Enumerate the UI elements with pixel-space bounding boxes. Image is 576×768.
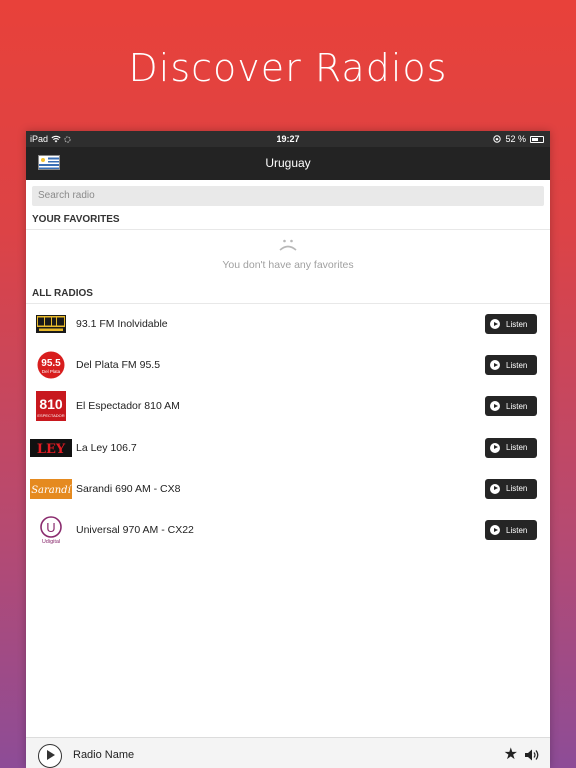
radio-logo-text: LEY [37, 442, 66, 457]
listen-label: Listen [506, 443, 528, 453]
mini-player: Radio Name ★ [26, 737, 550, 768]
radio-logo-text: U [46, 520, 55, 535]
listen-label: Listen [506, 484, 528, 494]
radio-row[interactable]: LEY La Ley 106.7 Listen [26, 427, 550, 468]
radio-logo-universal: U Udigital [36, 515, 66, 546]
play-icon [490, 401, 500, 412]
listen-label: Listen [506, 360, 528, 370]
player-play-button[interactable] [38, 744, 62, 768]
orientation-lock-icon [493, 135, 502, 143]
radio-logo-la-ley: LEY [30, 433, 72, 463]
favorites-header: YOUR FAVORITES [26, 208, 550, 230]
radio-logo-text: Sarandí [31, 485, 72, 496]
play-icon [490, 525, 500, 536]
nav-title: Uruguay [265, 156, 311, 170]
play-icon [490, 319, 500, 330]
headline: Discover Radios [128, 46, 448, 90]
listen-button[interactable]: Listen [485, 437, 537, 458]
radio-logo-el-espectador: 810 ESPECTADOR [36, 391, 66, 422]
radio-name: La Ley 106.7 [76, 441, 137, 454]
radio-row[interactable]: 810 ESPECTADOR El Espectador 810 AM List… [26, 386, 550, 427]
radio-name: Sarandi 690 AM - CX8 [76, 482, 181, 495]
sad-face-icon [279, 239, 297, 251]
radio-name: Del Plata FM 95.5 [76, 359, 161, 372]
status-time: 19:27 [276, 134, 300, 144]
listen-button[interactable]: Listen [485, 314, 537, 335]
radio-name: Universal 970 AM - CX22 [76, 524, 194, 537]
radio-row[interactable]: Sarandí Sarandi 690 AM - CX8 Listen [26, 468, 550, 509]
favorites-empty-state: You don't have any favorites [26, 230, 550, 282]
listen-button[interactable]: Listen [485, 520, 537, 541]
battery-icon [530, 135, 544, 143]
device-screen: iPad 19:27 52 % Uruguay YOUR FAVORITES [26, 131, 550, 768]
radio-logo-subtext: Del Plata [42, 369, 61, 374]
favorites-empty-text: You don't have any favorites [222, 258, 354, 271]
radio-list: 93.1 FM Inolvidable Listen 95.5 Del Plat… [26, 304, 550, 551]
radio-logo-subtext: ESPECTADOR [37, 413, 64, 418]
listen-button[interactable]: Listen [485, 396, 537, 417]
radio-name: El Espectador 810 AM [76, 400, 180, 413]
listen-button[interactable]: Listen [485, 478, 537, 499]
radio-row[interactable]: 95.5 Del Plata Del Plata FM 95.5 Listen [26, 345, 550, 386]
radio-logo-subtext: Udigital [42, 539, 60, 545]
radio-logo-text: 95.5 [41, 358, 61, 369]
radio-name: 93.1 FM Inolvidable [76, 318, 168, 331]
listen-label: Listen [506, 401, 528, 411]
play-icon [490, 483, 500, 494]
radio-logo-931 [36, 309, 66, 339]
status-bar: iPad 19:27 52 % [26, 131, 550, 147]
listen-label: Listen [506, 319, 528, 329]
volume-icon[interactable] [524, 748, 540, 762]
player-radio-name: Radio Name [73, 749, 135, 761]
play-icon [490, 360, 500, 371]
radio-logo-del-plata: 95.5 Del Plata [36, 350, 66, 380]
radio-logo-text: 810 [39, 396, 63, 412]
radio-logo-sarandi: Sarandí [30, 474, 72, 504]
play-icon [490, 442, 500, 453]
listen-button[interactable]: Listen [485, 355, 537, 376]
all-radios-header: ALL RADIOS [26, 282, 550, 304]
battery-percent: 52 % [505, 134, 526, 144]
nav-bar: Uruguay [26, 147, 550, 180]
radio-row[interactable]: 93.1 FM Inolvidable Listen [26, 304, 550, 345]
favorite-star-icon[interactable]: ★ [504, 747, 518, 763]
search-bar [26, 180, 550, 208]
search-input[interactable] [32, 185, 544, 206]
radio-row[interactable]: U Udigital Universal 970 AM - CX22 Liste… [26, 509, 550, 550]
listen-label: Listen [506, 525, 528, 535]
